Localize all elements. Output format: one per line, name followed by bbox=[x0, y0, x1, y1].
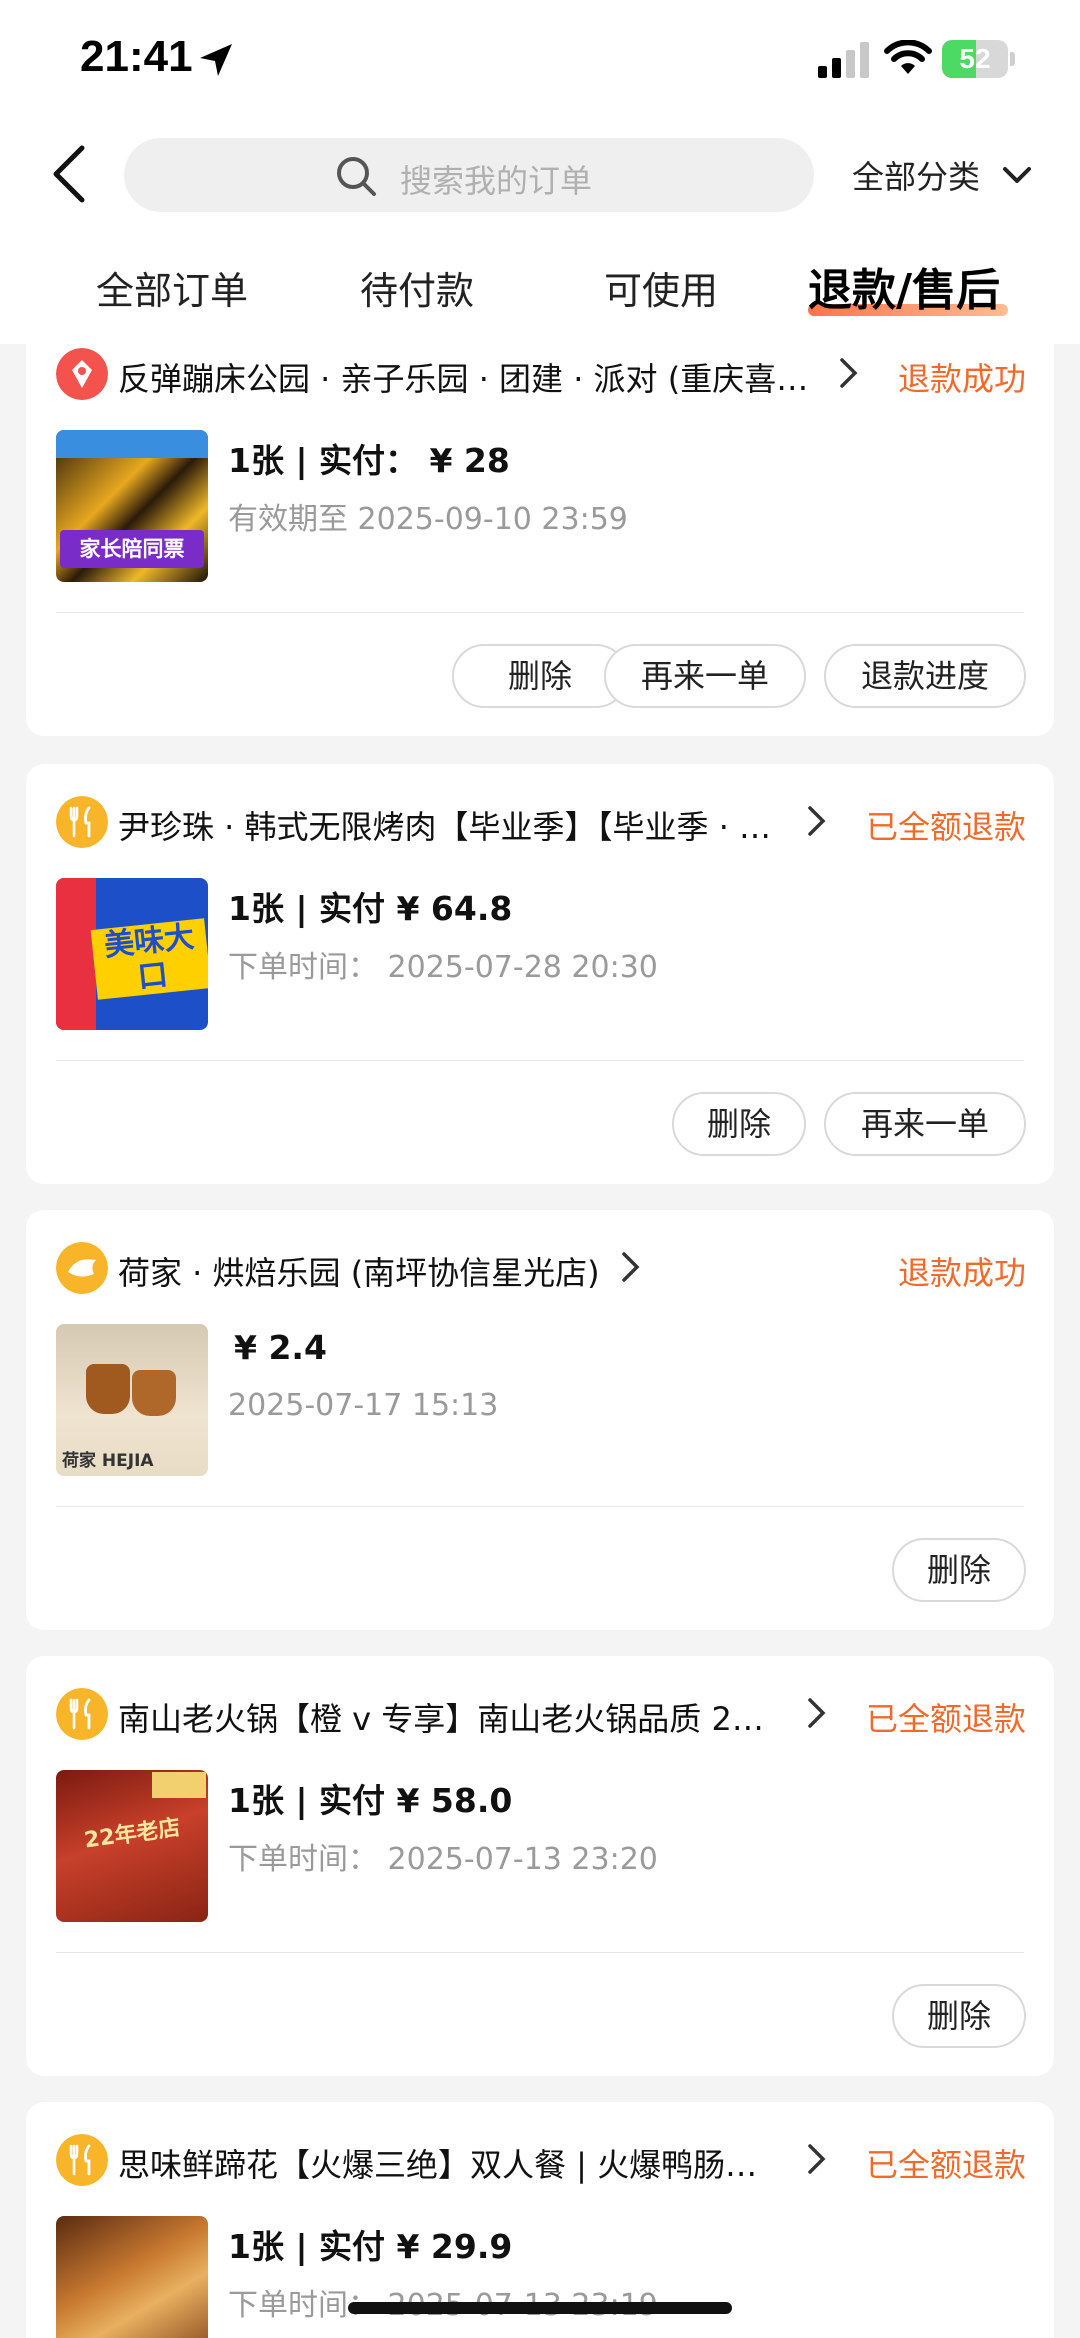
product-thumbnail[interactable]: 家长陪同票 bbox=[56, 430, 208, 582]
battery-cap bbox=[1010, 52, 1015, 66]
order-price: 1张 | 实付 ¥ 64.8 bbox=[228, 889, 513, 928]
order-card[interactable]: 南山老火锅【橙 v 专享】南山老火锅品质 2… 已全额退款 22年老店 1张 |… bbox=[26, 1656, 1054, 2076]
tab-usable[interactable]: 可使用 bbox=[604, 260, 718, 315]
delete-button[interactable]: 删除 bbox=[892, 1984, 1026, 2048]
location-arrow-icon bbox=[200, 44, 232, 76]
thumb-label: 22年老店 bbox=[82, 1815, 182, 1854]
order-status: 已全额退款 bbox=[865, 808, 1026, 846]
order-price: 1张 | 实付 ¥ 29.9 bbox=[228, 2227, 513, 2266]
order-status: 已全额退款 bbox=[865, 1700, 1026, 1738]
status-time: 21:41 bbox=[80, 32, 193, 81]
shop-name[interactable]: 尹珍珠 · 韩式无限烤肉【毕业季】【毕业季 · … bbox=[118, 802, 798, 848]
order-card[interactable]: 尹珍珠 · 韩式无限烤肉【毕业季】【毕业季 · … 已全额退款 美味大口 1张 … bbox=[26, 764, 1054, 1184]
battery-indicator: 52 bbox=[942, 40, 1008, 78]
chevron-right-icon[interactable] bbox=[806, 2142, 828, 2176]
order-status: 退款成功 bbox=[897, 1254, 1026, 1292]
product-thumbnail[interactable]: 美味大口 bbox=[56, 878, 208, 1030]
search-input[interactable]: 搜索我的订单 bbox=[124, 138, 814, 212]
wifi-icon bbox=[884, 40, 932, 74]
shop-name[interactable]: 南山老火锅【橙 v 专享】南山老火锅品质 2… bbox=[118, 1694, 798, 1740]
fork-knife-icon bbox=[56, 2134, 108, 2186]
order-card[interactable]: 反弹蹦床公园 · 亲子乐园 · 团建 · 派对 (重庆喜… 退款成功 家长陪同票… bbox=[26, 312, 1054, 736]
divider bbox=[56, 1952, 1024, 1953]
product-thumbnail[interactable]: 荷家 HEJIA bbox=[56, 1324, 208, 1476]
status-bar: 21:41 52 bbox=[0, 0, 1080, 120]
search-placeholder: 搜索我的订单 bbox=[400, 162, 593, 200]
order-price: ¥ 2.4 bbox=[234, 1328, 327, 1367]
tab-refund-aftersale[interactable]: 退款/售后 bbox=[808, 254, 1000, 318]
tab-all-orders[interactable]: 全部订单 bbox=[96, 260, 248, 315]
chevron-right-icon[interactable] bbox=[620, 1250, 642, 1284]
divider bbox=[56, 1060, 1024, 1061]
category-filter[interactable]: 全部分类 bbox=[852, 152, 980, 198]
thumb-brand: 荷家 HEJIA bbox=[62, 1451, 154, 1471]
order-card[interactable]: 荷家 · 烘焙乐园 (南坪协信星光店) 退款成功 荷家 HEJIA ¥ 2.4 … bbox=[26, 1210, 1054, 1630]
battery-percent: 52 bbox=[959, 43, 991, 74]
cellular-signal-icon bbox=[818, 42, 869, 78]
thumb-tag bbox=[152, 1772, 206, 1798]
thumb-label: 美味大口 bbox=[90, 918, 208, 1000]
search-icon bbox=[337, 157, 376, 196]
order-time: 2025-07-17 15:13 bbox=[228, 1388, 499, 1423]
bakery-icon bbox=[56, 1242, 108, 1294]
reorder-button[interactable]: 再来一单 bbox=[824, 1092, 1026, 1156]
delete-button[interactable]: 删除 bbox=[672, 1092, 806, 1156]
delete-button[interactable]: 删除 bbox=[452, 644, 628, 708]
shop-name[interactable]: 荷家 · 烘焙乐园 (南坪协信星光店) bbox=[118, 1248, 618, 1294]
order-price: 1张 | 实付： ¥ 28 bbox=[228, 441, 510, 480]
shop-name[interactable]: 反弹蹦床公园 · 亲子乐园 · 团建 · 派对 (重庆喜… bbox=[118, 354, 848, 400]
product-thumbnail[interactable] bbox=[56, 2216, 208, 2338]
order-tabs: 全部订单 待付款 可使用 退款/售后 bbox=[0, 250, 1080, 322]
thumb-pudding bbox=[132, 1370, 176, 1416]
refund-progress-button[interactable]: 退款进度 bbox=[824, 644, 1026, 708]
divider bbox=[56, 1506, 1024, 1507]
order-time: 下单时间： 2025-07-13 23:20 bbox=[228, 1842, 658, 1877]
reorder-button[interactable]: 再来一单 bbox=[604, 644, 806, 708]
fork-knife-icon bbox=[56, 796, 108, 848]
shop-name[interactable]: 思味鲜蹄花【火爆三绝】双人餐 | 火爆鸭肠… bbox=[118, 2140, 798, 2186]
ticket-icon bbox=[56, 348, 108, 400]
order-time: 下单时间： 2025-07-28 20:30 bbox=[228, 950, 658, 985]
order-validity: 有效期至 2025-09-10 23:59 bbox=[228, 502, 628, 537]
back-button[interactable] bbox=[44, 142, 96, 206]
thumb-label: 家长陪同票 bbox=[60, 530, 204, 568]
divider bbox=[56, 612, 1024, 613]
thumb-pudding bbox=[86, 1364, 130, 1414]
order-price: 1张 | 实付 ¥ 58.0 bbox=[228, 1781, 513, 1820]
thumb-meat bbox=[56, 878, 96, 1030]
chevron-right-icon[interactable] bbox=[838, 356, 860, 390]
home-indicator bbox=[348, 2302, 732, 2314]
order-status: 已全额退款 bbox=[865, 2146, 1026, 2184]
delete-button[interactable]: 删除 bbox=[892, 1538, 1026, 1602]
chevron-right-icon[interactable] bbox=[806, 804, 828, 838]
thumb-banner bbox=[56, 430, 208, 458]
chevron-down-icon[interactable] bbox=[1000, 160, 1034, 190]
order-status: 退款成功 bbox=[897, 360, 1026, 398]
product-thumbnail[interactable]: 22年老店 bbox=[56, 1770, 208, 1922]
tab-pending-payment[interactable]: 待付款 bbox=[360, 260, 474, 315]
chevron-right-icon[interactable] bbox=[806, 1696, 828, 1730]
header: 21:41 52 搜索我的订单 全部分类 全部订单 待付款 可使用 退款/售后 bbox=[0, 0, 1080, 344]
fork-knife-icon bbox=[56, 1688, 108, 1740]
